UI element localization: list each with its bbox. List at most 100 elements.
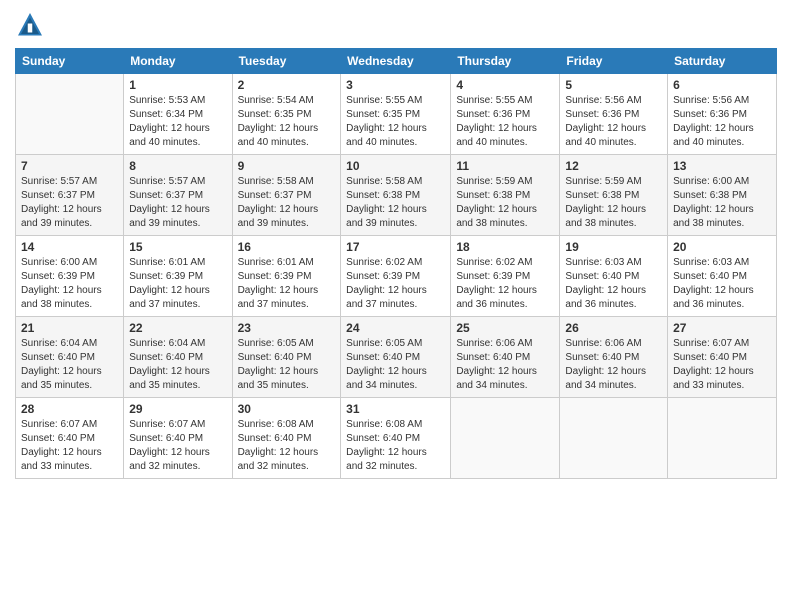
day-detail: Sunrise: 5:57 AM Sunset: 6:37 PM Dayligh… xyxy=(21,175,118,231)
day-detail: Sunrise: 5:59 AM Sunset: 6:38 PM Dayligh… xyxy=(565,175,662,231)
calendar-cell: 17 Sunrise: 6:02 AM Sunset: 6:39 PM Dayli… xyxy=(341,236,451,317)
calendar-week-row: 21 Sunrise: 6:04 AM Sunset: 6:40 PM Dayli… xyxy=(16,317,777,398)
calendar-cell: 25Sunrise: 6:06 AM Sunset: 6:40 PM Dayli… xyxy=(451,317,560,398)
day-number: 22 xyxy=(129,321,226,335)
day-number: 16 xyxy=(238,240,336,254)
calendar-cell: 22 Sunrise: 6:04 AM Sunset: 6:40 PM Dayli… xyxy=(124,317,232,398)
day-number: 7 xyxy=(21,159,118,173)
day-detail: Sunrise: 5:57 AM Sunset: 6:37 PM Dayligh… xyxy=(129,175,226,231)
day-detail: Sunrise: 6:05 AM Sunset: 6:40 PM Dayligh… xyxy=(238,337,336,393)
calendar-cell: 12 Sunrise: 5:59 AM Sunset: 6:38 PM Dayli… xyxy=(560,155,668,236)
calendar-cell: 4 Sunrise: 5:55 AM Sunset: 6:36 PM Daylig… xyxy=(451,74,560,155)
calendar-cell: 14 Sunrise: 6:00 AM Sunset: 6:39 PM Dayli… xyxy=(16,236,124,317)
day-number: 21 xyxy=(21,321,118,335)
calendar-cell: 8 Sunrise: 5:57 AM Sunset: 6:37 PM Daylig… xyxy=(124,155,232,236)
calendar-cell xyxy=(16,74,124,155)
day-detail: Sunrise: 5:55 AM Sunset: 6:36 PM Dayligh… xyxy=(456,94,554,150)
day-detail: Sunrise: 6:01 AM Sunset: 6:39 PM Dayligh… xyxy=(129,256,226,312)
calendar-cell: 7 Sunrise: 5:57 AM Sunset: 6:37 PM Daylig… xyxy=(16,155,124,236)
day-detail: Sunrise: 6:07 AM Sunset: 6:40 PM Dayligh… xyxy=(21,418,118,474)
day-number: 30 xyxy=(238,402,336,416)
day-number: 6 xyxy=(673,78,771,92)
day-number: 26 xyxy=(565,321,662,335)
day-number: 15 xyxy=(129,240,226,254)
calendar-week-row: 7 Sunrise: 5:57 AM Sunset: 6:37 PM Daylig… xyxy=(16,155,777,236)
day-number: 11 xyxy=(456,159,554,173)
calendar-cell: 11 Sunrise: 5:59 AM Sunset: 6:38 PM Dayli… xyxy=(451,155,560,236)
day-detail: Sunrise: 6:08 AM Sunset: 6:40 PM Dayligh… xyxy=(238,418,336,474)
day-detail: Sunrise: 6:04 AM Sunset: 6:40 PM Dayligh… xyxy=(129,337,226,393)
day-detail: Sunrise: 6:07 AM Sunset: 6:40 PM Dayligh… xyxy=(129,418,226,474)
day-detail: Sunrise: 5:55 AM Sunset: 6:35 PM Dayligh… xyxy=(346,94,445,150)
calendar-cell: 5 Sunrise: 5:56 AM Sunset: 6:36 PM Daylig… xyxy=(560,74,668,155)
day-detail: Sunrise: 6:01 AM Sunset: 6:39 PM Dayligh… xyxy=(238,256,336,312)
day-number: 14 xyxy=(21,240,118,254)
col-monday: Monday xyxy=(124,49,232,74)
day-detail: Sunrise: 5:58 AM Sunset: 6:38 PM Dayligh… xyxy=(346,175,445,231)
day-number: 1 xyxy=(129,78,226,92)
day-detail: Sunrise: 6:07 AM Sunset: 6:40 PM Dayligh… xyxy=(673,337,771,393)
calendar-cell: 28Sunrise: 6:07 AM Sunset: 6:40 PM Dayli… xyxy=(16,398,124,479)
day-number: 19 xyxy=(565,240,662,254)
calendar-week-row: 1Sunrise: 5:53 AM Sunset: 6:34 PM Daylig… xyxy=(16,74,777,155)
day-number: 24 xyxy=(346,321,445,335)
calendar-cell: 23 Sunrise: 6:05 AM Sunset: 6:40 PM Dayli… xyxy=(232,317,341,398)
day-detail: Sunrise: 5:56 AM Sunset: 6:36 PM Dayligh… xyxy=(565,94,662,150)
col-tuesday: Tuesday xyxy=(232,49,341,74)
col-saturday: Saturday xyxy=(668,49,777,74)
calendar-cell xyxy=(560,398,668,479)
day-number: 2 xyxy=(238,78,336,92)
day-number: 10 xyxy=(346,159,445,173)
col-sunday: Sunday xyxy=(16,49,124,74)
day-number: 29 xyxy=(129,402,226,416)
day-detail: Sunrise: 6:02 AM Sunset: 6:39 PM Dayligh… xyxy=(456,256,554,312)
day-detail: Sunrise: 6:00 AM Sunset: 6:39 PM Dayligh… xyxy=(21,256,118,312)
calendar-cell: 31 Sunrise: 6:08 AM Sunset: 6:40 PM Dayli… xyxy=(341,398,451,479)
day-number: 27 xyxy=(673,321,771,335)
calendar-header-row: Sunday Monday Tuesday Wednesday Thursday… xyxy=(16,49,777,74)
calendar-cell xyxy=(668,398,777,479)
day-detail: Sunrise: 5:54 AM Sunset: 6:35 PM Dayligh… xyxy=(238,94,336,150)
calendar-cell: 29 Sunrise: 6:07 AM Sunset: 6:40 PM Dayli… xyxy=(124,398,232,479)
calendar-cell: 20Sunrise: 6:03 AM Sunset: 6:40 PM Dayli… xyxy=(668,236,777,317)
day-number: 23 xyxy=(238,321,336,335)
calendar-table: Sunday Monday Tuesday Wednesday Thursday… xyxy=(15,48,777,479)
day-number: 25 xyxy=(456,321,554,335)
calendar-cell: 16 Sunrise: 6:01 AM Sunset: 6:39 PM Dayli… xyxy=(232,236,341,317)
day-detail: Sunrise: 6:08 AM Sunset: 6:40 PM Dayligh… xyxy=(346,418,445,474)
day-detail: Sunrise: 5:56 AM Sunset: 6:36 PM Dayligh… xyxy=(673,94,771,150)
calendar-cell: 26 Sunrise: 6:06 AM Sunset: 6:40 PM Dayli… xyxy=(560,317,668,398)
day-number: 13 xyxy=(673,159,771,173)
calendar-cell: 2 Sunrise: 5:54 AM Sunset: 6:35 PM Daylig… xyxy=(232,74,341,155)
calendar-cell: 27 Sunrise: 6:07 AM Sunset: 6:40 PM Dayli… xyxy=(668,317,777,398)
day-number: 8 xyxy=(129,159,226,173)
day-number: 18 xyxy=(456,240,554,254)
calendar-cell: 21 Sunrise: 6:04 AM Sunset: 6:40 PM Dayli… xyxy=(16,317,124,398)
day-number: 4 xyxy=(456,78,554,92)
day-number: 9 xyxy=(238,159,336,173)
day-detail: Sunrise: 6:06 AM Sunset: 6:40 PM Dayligh… xyxy=(565,337,662,393)
calendar-cell xyxy=(451,398,560,479)
calendar-cell: 10 Sunrise: 5:58 AM Sunset: 6:38 PM Dayli… xyxy=(341,155,451,236)
day-number: 5 xyxy=(565,78,662,92)
day-detail: Sunrise: 6:05 AM Sunset: 6:40 PM Dayligh… xyxy=(346,337,445,393)
day-number: 12 xyxy=(565,159,662,173)
logo xyxy=(15,10,49,40)
day-detail: Sunrise: 5:58 AM Sunset: 6:37 PM Dayligh… xyxy=(238,175,336,231)
calendar-cell: 13Sunrise: 6:00 AM Sunset: 6:38 PM Dayli… xyxy=(668,155,777,236)
day-number: 17 xyxy=(346,240,445,254)
logo-icon xyxy=(15,10,45,40)
day-detail: Sunrise: 5:59 AM Sunset: 6:38 PM Dayligh… xyxy=(456,175,554,231)
day-number: 31 xyxy=(346,402,445,416)
day-detail: Sunrise: 6:03 AM Sunset: 6:40 PM Dayligh… xyxy=(673,256,771,312)
calendar-cell: 9 Sunrise: 5:58 AM Sunset: 6:37 PM Daylig… xyxy=(232,155,341,236)
calendar-week-row: 28Sunrise: 6:07 AM Sunset: 6:40 PM Dayli… xyxy=(16,398,777,479)
day-detail: Sunrise: 6:04 AM Sunset: 6:40 PM Dayligh… xyxy=(21,337,118,393)
calendar-cell: 6 Sunrise: 5:56 AM Sunset: 6:36 PM Daylig… xyxy=(668,74,777,155)
col-thursday: Thursday xyxy=(451,49,560,74)
calendar-cell: 30 Sunrise: 6:08 AM Sunset: 6:40 PM Dayli… xyxy=(232,398,341,479)
day-detail: Sunrise: 6:02 AM Sunset: 6:39 PM Dayligh… xyxy=(346,256,445,312)
calendar-cell: 1Sunrise: 5:53 AM Sunset: 6:34 PM Daylig… xyxy=(124,74,232,155)
page: Sunday Monday Tuesday Wednesday Thursday… xyxy=(0,0,792,612)
calendar-week-row: 14 Sunrise: 6:00 AM Sunset: 6:39 PM Dayli… xyxy=(16,236,777,317)
